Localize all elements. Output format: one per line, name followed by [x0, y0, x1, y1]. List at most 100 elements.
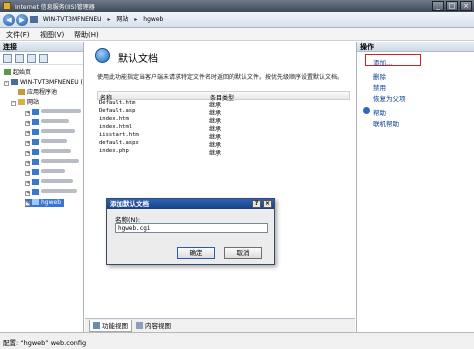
tree-site-redacted[interactable]: + — [25, 169, 65, 177]
expand-icon[interactable]: + — [25, 111, 30, 116]
globe-icon — [32, 199, 39, 205]
breadcrumb-server[interactable]: WIN-TVT3MFNENEU — [43, 14, 102, 26]
menu-file[interactable]: 文件(F) — [6, 30, 30, 40]
redacted-text — [41, 109, 81, 113]
redacted-text — [41, 139, 67, 143]
status-text: 配置: “hgweb” web.config — [3, 339, 87, 347]
tree-site-redacted[interactable]: + — [25, 159, 79, 167]
tree-server[interactable]: - WIN-TVT3MFNENEU ( — [4, 79, 83, 87]
expand-icon[interactable]: + — [25, 191, 30, 196]
tree-site-redacted[interactable]: + — [25, 139, 67, 147]
table-row[interactable]: index.php 继承 — [97, 148, 350, 157]
server-icon — [30, 16, 38, 23]
view-tabs: 功能视图 内容视图 — [85, 318, 355, 332]
help-icon — [363, 107, 370, 114]
globe-icon — [32, 179, 39, 185]
dialog-close-button[interactable]: × — [263, 200, 272, 208]
expand-icon[interactable]: + — [25, 181, 30, 186]
redacted-text — [41, 159, 79, 163]
tree-site-redacted[interactable]: + — [25, 179, 73, 187]
folder-icon — [18, 99, 25, 105]
table-row[interactable]: index.htm 继承 — [97, 116, 350, 125]
up-folder-icon[interactable] — [27, 54, 36, 63]
content-view-icon — [136, 322, 143, 329]
table-row[interactable]: Default.htm 继承 — [97, 100, 350, 109]
minimize-button[interactable]: _ — [432, 1, 444, 11]
tree-site-hgweb[interactable]: + hgweb — [25, 199, 65, 207]
action-online-help[interactable]: 联机帮助 — [373, 118, 399, 128]
table-header: 名称 条目类型 — [97, 91, 350, 102]
main-content: 默认文档 使用此功能指定当客户端未请求特定文件名时返回的默认文件。按优先级顺序设… — [85, 42, 355, 332]
redacted-text — [41, 169, 65, 173]
cancel-button[interactable]: 取消 — [224, 247, 262, 259]
status-bar: 配置: “hgweb” web.config — [0, 332, 474, 349]
table-row[interactable]: iisstart.htm 继承 — [97, 132, 350, 141]
tree-site-redacted[interactable]: + — [25, 109, 81, 117]
actions-panel: 操作 添加... 删除 禁用 恢复为父项 帮助 联机帮助 — [356, 42, 474, 332]
redacted-text — [41, 179, 73, 183]
action-add[interactable]: 添加... — [373, 57, 392, 67]
expand-icon[interactable]: + — [25, 171, 30, 176]
globe-icon — [32, 129, 39, 135]
expand-icon[interactable]: + — [25, 151, 30, 156]
save-icon[interactable] — [15, 54, 24, 63]
connections-toolbar — [0, 52, 83, 65]
expand-icon[interactable]: + — [25, 201, 30, 206]
tree-app-pools[interactable]: 应用程序池 — [18, 89, 57, 97]
tree-sites[interactable]: - 网站 — [11, 99, 39, 107]
table-row[interactable]: index.html 继承 — [97, 124, 350, 133]
iis-app-icon — [3, 2, 11, 10]
globe-icon — [32, 139, 39, 145]
title-bar: Internet 信息服务(IIS)管理器 _ □ × — [0, 0, 474, 12]
action-help[interactable]: 帮助 — [373, 107, 386, 117]
expand-icon[interactable]: + — [25, 131, 30, 136]
action-disable[interactable]: 禁用 — [373, 82, 386, 92]
redacted-text — [41, 119, 69, 123]
menu-view[interactable]: 视图(V) — [40, 30, 64, 40]
close-window-button[interactable]: × — [460, 1, 472, 11]
tree-site-redacted[interactable]: + — [25, 149, 71, 157]
document-name-input[interactable]: hgweb.cgi — [115, 223, 268, 233]
expand-icon[interactable]: + — [25, 161, 30, 166]
refresh-icon[interactable] — [39, 54, 48, 63]
collapse-icon[interactable]: - — [11, 101, 16, 106]
breadcrumb-sites[interactable]: 网站 — [116, 14, 128, 26]
connections-tree: 起始页 - WIN-TVT3MFNENEU ( 应用程序池 - 网站 + + + +… — [0, 65, 83, 315]
globe-icon — [32, 109, 39, 115]
tab-content-view[interactable]: 内容视图 — [133, 320, 174, 332]
back-arrow-icon[interactable]: ◀ — [3, 14, 15, 26]
tab-features-view[interactable]: 功能视图 — [89, 320, 132, 332]
tree-site-redacted[interactable]: + — [25, 189, 77, 197]
feature-header: 默认文档 — [85, 42, 355, 68]
connect-icon[interactable] — [3, 54, 12, 63]
feature-description: 使用此功能指定当客户端未请求特定文件名时返回的默认文件。按优先级顺序设置默认文档… — [97, 74, 344, 81]
forward-arrow-icon[interactable]: ▶ — [16, 14, 28, 26]
menu-help[interactable]: 帮助(H) — [74, 30, 99, 40]
server-icon — [11, 79, 18, 85]
action-remove[interactable]: 删除 — [373, 71, 386, 81]
table-row[interactable]: default.aspx 继承 — [97, 140, 350, 149]
breadcrumb: WIN-TVT3MFNENEU ▸ 网站 ▸ hgweb — [30, 14, 163, 26]
connections-header: 连接 — [0, 42, 83, 52]
maximize-button[interactable]: □ — [446, 1, 458, 11]
action-revert-to-parent[interactable]: 恢复为父项 — [373, 93, 406, 103]
default-document-icon — [95, 48, 110, 63]
expand-icon[interactable]: + — [25, 121, 30, 126]
tree-site-redacted[interactable]: + — [25, 129, 75, 137]
ok-button[interactable]: 确定 — [177, 247, 215, 259]
dialog-title: 添加默认文档 — [110, 200, 149, 208]
menu-bar: 文件(F) 视图(V) 帮助(H) — [0, 28, 474, 41]
redacted-text — [41, 189, 77, 193]
connections-panel: 连接 起始页 - WIN-TVT3MFNENEU ( 应用程序池 - 网站 + + … — [0, 42, 84, 332]
tree-site-redacted[interactable]: + — [25, 119, 69, 127]
dialog-help-button[interactable]: ? — [252, 200, 261, 208]
table-row[interactable]: Default.asp 继承 — [97, 108, 350, 117]
start-page-icon — [4, 69, 11, 75]
globe-icon — [32, 119, 39, 125]
collapse-icon[interactable]: - — [4, 81, 9, 86]
tree-start-page[interactable]: 起始页 — [4, 69, 31, 77]
redacted-text — [41, 149, 71, 153]
globe-icon — [32, 169, 39, 175]
breadcrumb-site[interactable]: hgweb — [143, 14, 163, 26]
expand-icon[interactable]: + — [25, 141, 30, 146]
